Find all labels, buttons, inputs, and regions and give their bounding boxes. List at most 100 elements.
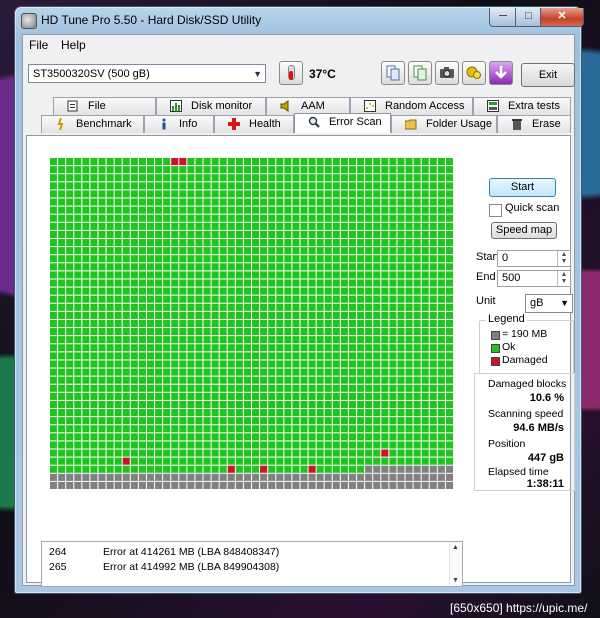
close-button[interactable]: ✕: [540, 8, 584, 27]
scan-block: [98, 457, 106, 465]
scroll-down-icon[interactable]: ▼: [452, 577, 459, 584]
scan-block: [155, 295, 163, 303]
scan-block: [130, 433, 138, 441]
scan-block: [260, 328, 268, 336]
scan-block: [348, 247, 357, 255]
end-field[interactable]: 500 ▲ ▼: [497, 270, 571, 287]
minimize-button[interactable]: ─: [489, 8, 517, 27]
scan-block: [324, 368, 332, 376]
maximize-button[interactable]: □: [515, 8, 542, 27]
unit-select[interactable]: gB ▼: [525, 294, 573, 313]
scan-block: [405, 465, 413, 473]
scan-block: [437, 279, 445, 287]
scan-block: [300, 328, 308, 336]
start-button[interactable]: Start: [489, 178, 556, 197]
scan-block: [316, 271, 324, 279]
scan-block: [146, 360, 155, 368]
scan-block: [300, 182, 308, 190]
scan-block: [171, 417, 179, 425]
scan-block: [155, 230, 163, 238]
scan-block: [389, 384, 397, 392]
scan-block: [227, 295, 235, 303]
scan-block: [74, 425, 82, 433]
scan-block: [98, 409, 106, 417]
tab-health[interactable]: Health: [214, 115, 294, 133]
tab-erase[interactable]: Erase: [497, 115, 571, 133]
scan-block: [316, 214, 324, 222]
scan-block: [171, 206, 179, 214]
scan-block: [405, 352, 413, 360]
save-arrow-icon[interactable]: [489, 61, 513, 85]
scan-block: [437, 360, 445, 368]
scroll-up-icon[interactable]: ▲: [452, 544, 459, 551]
tab-error-scan[interactable]: Error Scan: [294, 113, 391, 133]
scan-block: [130, 247, 138, 255]
scan-block: [90, 360, 98, 368]
scan-block: [260, 174, 268, 182]
scan-block: [381, 400, 389, 409]
scan-block: [211, 198, 219, 206]
title-bar[interactable]: HD Tune Pro 5.50 - Hard Disk/SSD Utility…: [15, 7, 584, 33]
spinner-arrows-icon[interactable]: ▲ ▼: [557, 271, 570, 286]
scan-block: [421, 214, 429, 222]
scan-block: [211, 417, 219, 425]
spinner-arrows-icon[interactable]: ▲ ▼: [557, 251, 570, 266]
copy-all-icon[interactable]: [408, 61, 432, 85]
scan-block: [211, 473, 219, 481]
scan-block: [332, 238, 340, 247]
scan-block: [50, 263, 58, 271]
menu-file[interactable]: File: [29, 38, 48, 52]
scan-block: [106, 433, 114, 441]
exit-button[interactable]: Exit: [521, 63, 575, 87]
scan-block: [195, 384, 203, 392]
scan-block: [324, 376, 332, 384]
scan-block: [284, 368, 292, 376]
tab-folder-usage[interactable]: Folder Usage: [391, 115, 497, 133]
scan-block: [397, 311, 405, 319]
scan-block: [268, 166, 276, 174]
scan-block: [219, 158, 227, 166]
tab-label: Random Access: [385, 100, 465, 112]
scan-block: [389, 449, 397, 457]
scan-block: [227, 255, 235, 263]
scan-block: [292, 344, 300, 352]
scan-block: [429, 247, 437, 255]
menu-help[interactable]: Help: [61, 38, 86, 52]
scan-block: [381, 198, 389, 206]
scan-block: [413, 222, 421, 230]
tab-disk-monitor[interactable]: Disk monitor: [156, 97, 266, 115]
error-log[interactable]: 264 Error at 414261 MB (LBA 848408347) 2…: [41, 541, 463, 587]
tab-benchmark[interactable]: Benchmark: [41, 115, 144, 133]
scan-block: [324, 238, 332, 247]
scan-block: [252, 360, 260, 368]
scan-block: [324, 247, 332, 255]
scan-block: [58, 206, 66, 214]
start-field[interactable]: 0 ▲ ▼: [497, 250, 571, 267]
scan-block: [82, 336, 90, 344]
scan-block: [203, 328, 211, 336]
camera-icon[interactable]: [435, 61, 459, 85]
log-scrollbar[interactable]: ▲ ▼: [449, 542, 462, 586]
drive-select[interactable]: ST3500320SV (500 gB) ▼: [28, 64, 266, 83]
scan-block: [227, 368, 235, 376]
scan-block: [90, 230, 98, 238]
scan-block: [98, 158, 106, 166]
tab-info[interactable]: Info: [144, 115, 214, 133]
scan-block: [381, 376, 389, 384]
quick-scan-checkbox[interactable]: [489, 204, 502, 217]
scan-block: [397, 392, 405, 400]
options-icon[interactable]: [462, 61, 486, 85]
scan-block: [195, 425, 203, 433]
scan-block: [203, 238, 211, 247]
speed-map-button[interactable]: Speed map: [491, 222, 557, 239]
copy-info-icon[interactable]: [381, 61, 405, 85]
scan-block: [445, 166, 453, 174]
scan-block: [163, 392, 171, 400]
tab-file-benchmark[interactable]: File Benchmark: [53, 97, 156, 129]
tab-extra-tests[interactable]: Extra tests: [473, 97, 571, 115]
scan-block: [106, 344, 114, 352]
scan-block: [324, 392, 332, 400]
legend-swatch-green: [491, 344, 500, 353]
scan-block: [268, 473, 276, 481]
scan-block: [130, 319, 138, 328]
